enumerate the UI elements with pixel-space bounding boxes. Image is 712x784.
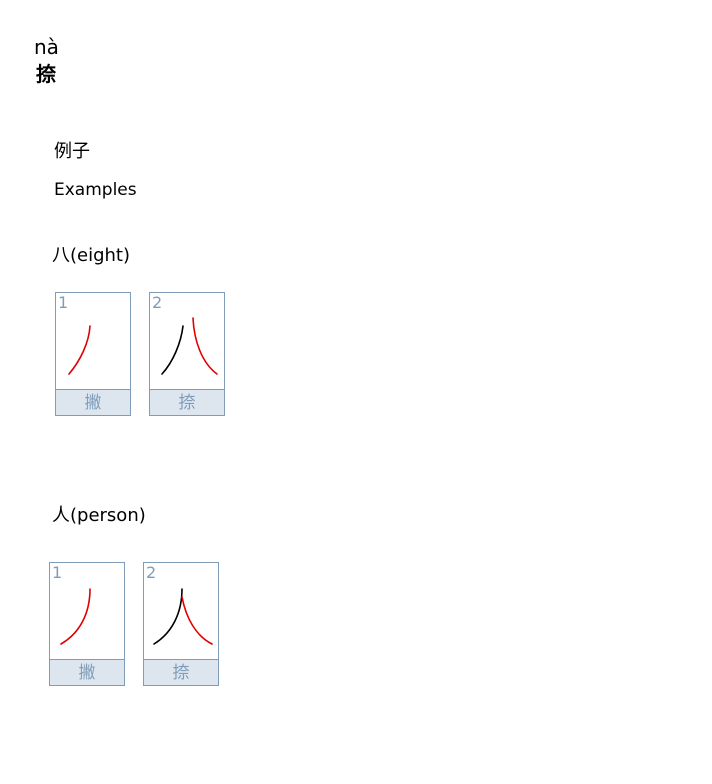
stroke-name-label: 捺 — [150, 389, 224, 415]
stroke-card-ren-1: 1 撇 — [49, 562, 125, 686]
stroke-card-ba-2: 2 捺 — [149, 292, 225, 416]
stroke-diagram — [68, 325, 91, 375]
stroke-name-label: 撇 — [50, 659, 124, 685]
example-word-ren: 人(person) — [52, 505, 146, 526]
pinyin-label: nà — [34, 35, 59, 59]
highlight-stroke-pie — [60, 588, 91, 645]
highlight-stroke-na — [181, 596, 213, 645]
stroke-diagram — [161, 317, 218, 375]
examples-heading-english: Examples — [54, 180, 137, 200]
previous-stroke-pie — [153, 588, 183, 645]
highlight-stroke-na — [192, 317, 218, 375]
stroke-card-ren-2: 2 捺 — [143, 562, 219, 686]
examples-heading-chinese: 例子 — [54, 141, 90, 162]
stroke-card-ba-1: 1 撇 — [55, 292, 131, 416]
stroke-diagram — [153, 588, 213, 645]
stroke-diagram — [60, 588, 91, 645]
highlight-stroke-pie — [68, 325, 91, 375]
character-title: 捺 — [36, 62, 56, 86]
stroke-name-label: 撇 — [56, 389, 130, 415]
stroke-name-label: 捺 — [144, 659, 218, 685]
example-word-ba: 八(eight) — [52, 245, 131, 266]
previous-stroke-pie — [161, 325, 184, 375]
